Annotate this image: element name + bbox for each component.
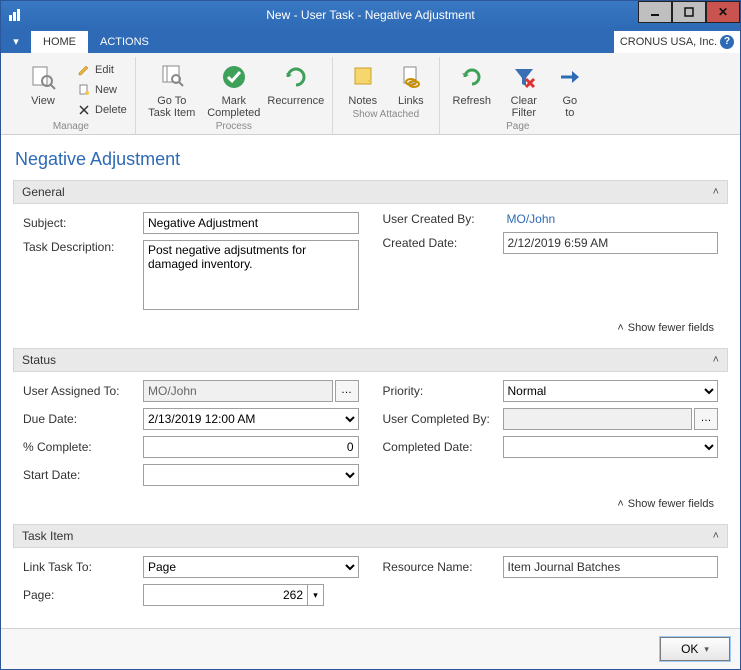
page-input[interactable] [143, 584, 308, 606]
pct-complete-label: % Complete: [23, 440, 143, 454]
task-description-label: Task Description: [23, 240, 143, 254]
pct-complete-input[interactable] [143, 436, 359, 458]
tab-home[interactable]: HOME [31, 31, 88, 53]
completed-date-label: Completed Date: [383, 440, 503, 454]
ribbon-group-page: Refresh Clear Filter Go to Page [440, 57, 596, 134]
footer: OK ▾ [1, 628, 740, 669]
document-search-icon [156, 61, 188, 93]
created-date-value: 2/12/2019 6:59 AM [503, 232, 719, 254]
check-circle-icon [218, 61, 250, 93]
user-completed-lookup-button[interactable]: … [694, 408, 718, 430]
chevron-up-icon: ˄ [617, 322, 623, 334]
ribbon-group-process: Go To Task Item Mark Completed Recurrenc… [136, 57, 333, 134]
delete-icon [77, 103, 91, 117]
chevron-up-icon: ˄ [713, 186, 719, 198]
page-content: Negative Adjustment General ˄ Subject: T… [1, 135, 740, 628]
links-icon [395, 61, 427, 93]
company-name: CRONUS USA, Inc. ? [614, 31, 740, 53]
chevron-up-icon: ˄ [713, 354, 719, 366]
goto-task-item-button[interactable]: Go To Task Item [144, 59, 200, 119]
goto-button[interactable]: Go to [552, 59, 588, 119]
link-task-to-select[interactable]: Page [143, 556, 359, 578]
group-label-show-attached: Show Attached [341, 109, 431, 120]
edit-button[interactable]: Edit [77, 61, 127, 79]
page-label: Page: [23, 588, 143, 602]
recurrence-icon [280, 61, 312, 93]
completed-date-input[interactable] [503, 436, 719, 458]
delete-button[interactable]: Delete [77, 101, 127, 119]
ok-button[interactable]: OK ▾ [660, 637, 730, 661]
ribbon: View Edit New Delete Manage Go To Task I… [1, 53, 740, 135]
link-task-to-label: Link Task To: [23, 560, 143, 574]
resource-name-value: Item Journal Batches [503, 556, 719, 578]
ribbon-group-manage: View Edit New Delete Manage [7, 57, 136, 134]
clear-filter-button[interactable]: Clear Filter [502, 59, 546, 119]
tab-actions[interactable]: ACTIONS [88, 31, 161, 53]
user-assigned-to-input[interactable] [143, 380, 333, 402]
section-body-status: User Assigned To: … Due Date: 2/13/2019 … [13, 372, 728, 524]
section-header-status[interactable]: Status ˄ [13, 348, 728, 372]
page-title: Negative Adjustment [15, 149, 728, 170]
notes-button[interactable]: Notes [341, 59, 385, 107]
subject-input[interactable] [143, 212, 359, 234]
clear-filter-icon [508, 61, 540, 93]
priority-label: Priority: [383, 384, 503, 398]
due-date-input[interactable]: 2/13/2019 12:00 AM [143, 408, 359, 430]
help-icon[interactable]: ? [720, 35, 734, 49]
view-icon [27, 61, 59, 93]
pencil-icon [77, 63, 91, 77]
view-button[interactable]: View [15, 59, 71, 107]
title-bar: New - User Task - Negative Adjustment ✕ [1, 1, 740, 29]
chevron-up-icon: ˄ [617, 498, 623, 510]
refresh-button[interactable]: Refresh [448, 59, 496, 107]
start-date-label: Start Date: [23, 468, 143, 482]
user-completed-by-input[interactable] [503, 408, 693, 430]
ribbon-tab-bar: ▾ HOME ACTIONS CRONUS USA, Inc. ? [1, 29, 740, 53]
group-label-process: Process [144, 121, 324, 132]
due-date-label: Due Date: [23, 412, 143, 426]
window-title: New - User Task - Negative Adjustment [1, 8, 740, 22]
priority-select[interactable]: Normal [503, 380, 719, 402]
show-fewer-general[interactable]: ˄Show fewer fields [23, 316, 718, 344]
section-header-task-item[interactable]: Task Item ˄ [13, 524, 728, 548]
subject-label: Subject: [23, 216, 143, 230]
section-header-general[interactable]: General ˄ [13, 180, 728, 204]
section-body-general: Subject: Task Description: Post negative… [13, 204, 728, 348]
chevron-up-icon: ˄ [713, 530, 719, 542]
section-body-task-item: Link Task To: Page Page: ▾ Resource Name… [13, 548, 728, 616]
created-date-label: Created Date: [383, 236, 503, 250]
chevron-down-icon: ▾ [704, 644, 709, 655]
maximize-button[interactable] [672, 1, 706, 23]
resource-name-label: Resource Name: [383, 560, 503, 574]
arrow-right-icon [554, 61, 586, 93]
user-created-by-value: MO/John [503, 212, 719, 226]
close-button[interactable]: ✕ [706, 1, 740, 23]
group-label-manage: Manage [15, 121, 127, 132]
recurrence-button[interactable]: Recurrence [268, 59, 324, 107]
user-completed-by-label: User Completed By: [383, 412, 503, 426]
minimize-button[interactable] [638, 1, 672, 23]
ribbon-group-show-attached: Notes Links Show Attached [333, 57, 440, 134]
window-buttons: ✕ [638, 1, 740, 23]
user-assigned-lookup-button[interactable]: … [335, 380, 359, 402]
start-date-input[interactable] [143, 464, 359, 486]
app-window: New - User Task - Negative Adjustment ✕ … [0, 0, 741, 670]
new-button[interactable]: New [77, 81, 127, 99]
links-button[interactable]: Links [391, 59, 431, 107]
notes-icon [347, 61, 379, 93]
mark-completed-button[interactable]: Mark Completed [206, 59, 262, 119]
app-icon [7, 7, 23, 23]
task-description-input[interactable]: Post negative adjsutments for damaged in… [143, 240, 359, 310]
refresh-icon [456, 61, 488, 93]
show-fewer-status[interactable]: ˄Show fewer fields [23, 492, 718, 520]
user-assigned-to-label: User Assigned To: [23, 384, 143, 398]
file-tab[interactable]: ▾ [1, 29, 31, 53]
page-dropdown-button[interactable]: ▾ [308, 584, 324, 606]
user-created-by-label: User Created By: [383, 212, 503, 226]
group-label-page: Page [448, 121, 588, 132]
new-icon [77, 83, 91, 97]
